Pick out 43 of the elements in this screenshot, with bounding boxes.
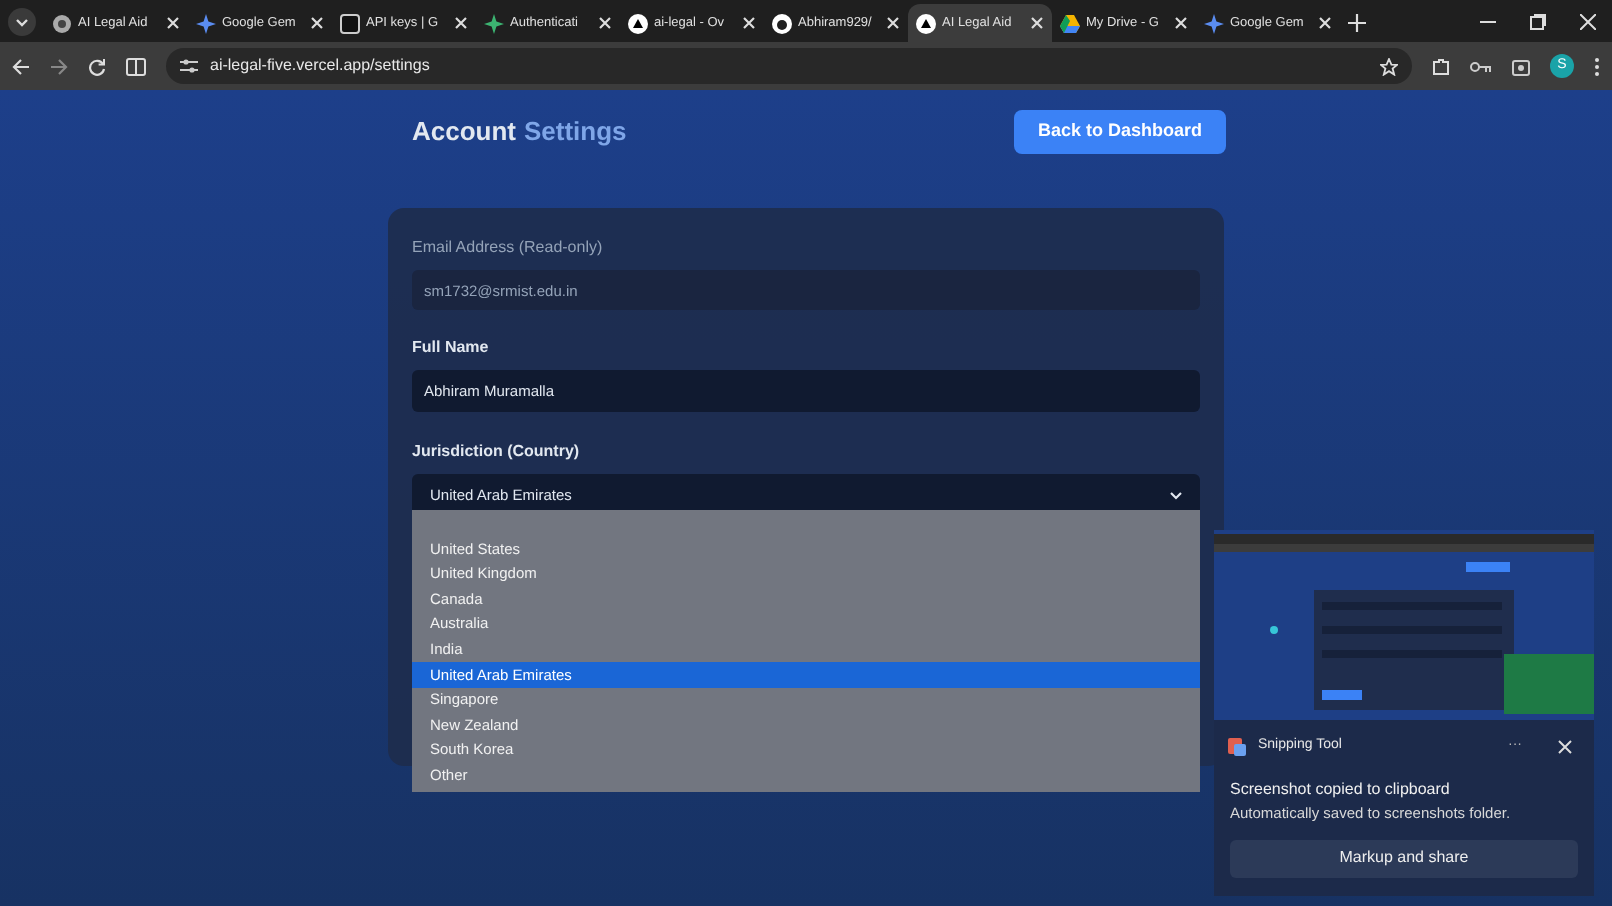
- address-bar[interactable]: ai-legal-five.vercel.app/settings: [166, 48, 1412, 84]
- close-icon[interactable]: [742, 16, 756, 30]
- url-text: ai-legal-five.vercel.app/settings: [210, 54, 430, 78]
- restore-icon[interactable]: [1530, 14, 1546, 30]
- extensions-icon[interactable]: [1432, 57, 1450, 75]
- triangle-icon: [916, 13, 936, 33]
- triangle-icon: [628, 13, 648, 33]
- square-icon: [340, 13, 360, 33]
- close-icon[interactable]: [1558, 739, 1572, 754]
- field-label: Full Name: [412, 336, 491, 360]
- close-icon[interactable]: [454, 16, 468, 30]
- sparkle-icon: [196, 13, 216, 33]
- snipping-tool-icon: [1228, 737, 1246, 756]
- close-icon[interactable]: [1174, 16, 1188, 30]
- close-icon[interactable]: [1030, 16, 1044, 30]
- sparkle-icon: [484, 13, 504, 33]
- star-icon[interactable]: [1380, 57, 1398, 75]
- reload-icon[interactable]: [88, 57, 106, 75]
- site-settings-icon[interactable]: [180, 58, 198, 74]
- forward-icon[interactable]: [50, 57, 68, 75]
- sparkle-icon: [1204, 13, 1224, 33]
- field-label: Jurisdiction (Country): [412, 440, 582, 464]
- close-icon[interactable]: [1580, 14, 1596, 30]
- new-tab-icon[interactable]: [1348, 14, 1366, 32]
- chevron-down-icon: [1170, 491, 1182, 499]
- back-icon[interactable]: [12, 57, 30, 75]
- screenshot-icon[interactable]: [1512, 57, 1530, 75]
- notification-title: Screenshot copied to clipboard: [1228, 777, 1452, 801]
- more-icon[interactable]: [1594, 57, 1600, 75]
- page-title: Account: [412, 114, 516, 151]
- back-to-dashboard-button[interactable]: Back to Dashboard: [1013, 110, 1226, 154]
- markup-and-share-button[interactable]: Markup and share: [1230, 839, 1578, 878]
- page-title: Settings: [524, 114, 627, 151]
- close-icon[interactable]: [166, 16, 180, 30]
- field-label: Email Address (Read-only): [412, 236, 605, 260]
- tab-list-icon[interactable]: [8, 8, 36, 36]
- drive-icon: [1060, 13, 1080, 33]
- close-icon[interactable]: [598, 16, 612, 30]
- split-view-icon[interactable]: [126, 57, 146, 75]
- key-icon[interactable]: [1470, 59, 1492, 73]
- close-icon[interactable]: [886, 16, 900, 30]
- close-icon[interactable]: [1318, 16, 1332, 30]
- close-icon[interactable]: [310, 16, 324, 30]
